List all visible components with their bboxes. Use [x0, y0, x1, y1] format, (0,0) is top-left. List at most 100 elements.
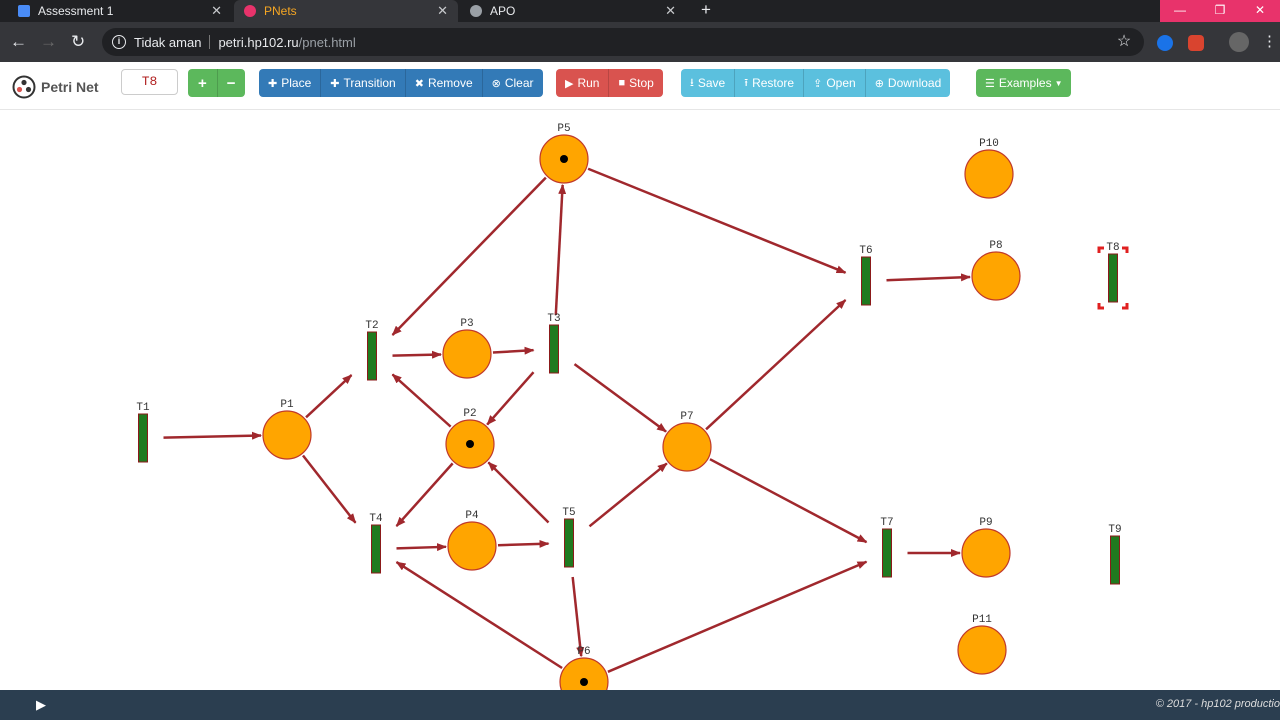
- download-button[interactable]: ⊕ Download: [865, 69, 951, 97]
- new-tab-button[interactable]: +: [696, 0, 716, 22]
- arc-p1-t4[interactable]: [302, 454, 357, 524]
- place-p6[interactable]: P6: [559, 646, 609, 690]
- close-icon[interactable]: ✕: [211, 3, 222, 19]
- close-icon[interactable]: ✕: [437, 3, 448, 19]
- forward-arrow-icon[interactable]: →: [40, 32, 57, 52]
- tab-apo[interactable]: APO ✕: [460, 0, 686, 22]
- profile-avatar[interactable]: [1229, 32, 1249, 52]
- arc-p1-t2[interactable]: [305, 374, 353, 419]
- arc-t3-p2[interactable]: [486, 371, 535, 426]
- arc-t5-p2[interactable]: [487, 461, 550, 524]
- place-p10[interactable]: P10: [964, 138, 1014, 199]
- place-circle[interactable]: [442, 329, 492, 379]
- menu-dots-icon[interactable]: ⋮: [1262, 32, 1277, 52]
- tab-pnets[interactable]: PNets ✕: [234, 0, 458, 22]
- arc-p5-t2[interactable]: [391, 176, 547, 336]
- stop-button[interactable]: ■ Stop: [609, 69, 663, 97]
- open-button[interactable]: ⇪ Open: [804, 69, 866, 97]
- transition-bar[interactable]: [138, 413, 148, 463]
- transition-bar[interactable]: [564, 518, 574, 568]
- restore-button[interactable]: ⭱ Restore: [735, 69, 805, 97]
- petri-net-canvas[interactable]: P1 P2 P3 P4 P5 P6 P7 P8 P9 P10 P11 T1 T2 T3 T4 T5 T6 T7 T8…: [0, 110, 1280, 690]
- place-circle[interactable]: [957, 625, 1007, 675]
- token[interactable]: [580, 678, 588, 686]
- place-p1[interactable]: P1: [262, 399, 312, 460]
- remove-button[interactable]: ✖ Remove: [405, 69, 483, 97]
- place-p2[interactable]: P2: [445, 408, 495, 469]
- arc-t4-p4[interactable]: [396, 543, 448, 552]
- net-diagram[interactable]: P1 P2 P3 P4 P5 P6 P7 P8 P9 P10 P11 T1 T2 T3 T4 T5 T6 T7 T8…: [0, 110, 1280, 690]
- examples-dropdown[interactable]: ☰ Examples ▼: [976, 69, 1072, 97]
- place-circle[interactable]: [964, 149, 1014, 199]
- url-field[interactable]: i Tidak aman petri.hp102.ru /pnet.html ☆: [102, 28, 1144, 56]
- bookmark-star-icon[interactable]: ☆: [1104, 31, 1144, 51]
- place-circle[interactable]: [961, 528, 1011, 578]
- place-p8[interactable]: P8: [971, 240, 1021, 301]
- transition-bar[interactable]: [1108, 253, 1118, 303]
- play-icon[interactable]: ▶: [36, 697, 46, 713]
- info-icon[interactable]: i: [112, 35, 126, 49]
- transition-t6[interactable]: T6: [859, 245, 873, 306]
- minimize-button[interactable]: —: [1160, 0, 1200, 22]
- extension-icon[interactable]: [1188, 35, 1204, 51]
- place-p5[interactable]: P5: [539, 123, 589, 184]
- close-icon[interactable]: ✕: [665, 3, 676, 19]
- run-button[interactable]: ▶ Run: [556, 69, 610, 97]
- restore-button[interactable]: ❐: [1200, 0, 1240, 22]
- arc-p2-t4[interactable]: [395, 462, 454, 527]
- arc-t3-p5[interactable]: [554, 183, 567, 316]
- transition-t1[interactable]: T1: [136, 402, 150, 463]
- token[interactable]: [560, 155, 568, 163]
- remove-token-button[interactable]: −: [217, 69, 245, 97]
- place-label: P10: [979, 138, 999, 150]
- back-arrow-icon[interactable]: ←: [10, 32, 27, 52]
- arc-t2-p3[interactable]: [392, 350, 443, 359]
- transition-t8[interactable]: T8: [1097, 242, 1129, 310]
- transition-bar[interactable]: [371, 524, 381, 574]
- arc-t1-p1[interactable]: [163, 431, 263, 440]
- transition-bar[interactable]: [861, 256, 871, 306]
- add-token-button[interactable]: +: [188, 69, 218, 97]
- arc-p2-t2[interactable]: [391, 373, 452, 428]
- place-p4[interactable]: P4: [447, 510, 497, 571]
- transition-t5[interactable]: T5: [562, 507, 576, 568]
- transition-t9[interactable]: T9: [1108, 524, 1122, 585]
- clear-button[interactable]: ⊗ Clear: [482, 69, 543, 97]
- add-place-button[interactable]: ✚ Place: [259, 69, 322, 97]
- arc-p7-t7[interactable]: [709, 458, 868, 544]
- arc-p6-t4[interactable]: [395, 561, 563, 670]
- add-transition-button[interactable]: ✚ Transition: [321, 69, 406, 97]
- tab-assessment[interactable]: Assessment 1 ✕: [0, 0, 232, 22]
- transition-t2[interactable]: T2: [365, 320, 379, 381]
- transition-bar[interactable]: [367, 331, 377, 381]
- transition-bar[interactable]: [549, 324, 559, 374]
- extension-icon[interactable]: [1157, 35, 1173, 51]
- transition-bar[interactable]: [882, 528, 892, 578]
- arc-t3-p7[interactable]: [573, 363, 667, 433]
- place-p11[interactable]: P11: [957, 614, 1007, 675]
- place-p9[interactable]: P9: [961, 517, 1011, 578]
- arc-t6-p8[interactable]: [886, 273, 972, 282]
- place-circle[interactable]: [262, 410, 312, 460]
- arc-t5-p6[interactable]: [571, 576, 585, 658]
- transition-t4[interactable]: T4: [369, 513, 383, 574]
- arc-p7-t6[interactable]: [705, 299, 847, 431]
- place-circle[interactable]: [447, 521, 497, 571]
- place-circle[interactable]: [971, 251, 1021, 301]
- reload-icon[interactable]: ↻: [71, 32, 85, 52]
- selected-node-field[interactable]: T8: [121, 69, 178, 95]
- arc-p5-t6[interactable]: [587, 167, 847, 274]
- close-window-button[interactable]: ✕: [1240, 0, 1280, 22]
- place-p3[interactable]: P3: [442, 318, 492, 379]
- arc-p6-t7[interactable]: [607, 560, 868, 673]
- transition-t7[interactable]: T7: [880, 517, 894, 578]
- arc-t5-p7[interactable]: [588, 462, 668, 528]
- token[interactable]: [466, 440, 474, 448]
- place-p7[interactable]: P7: [662, 411, 712, 472]
- place-circle[interactable]: [662, 422, 712, 472]
- arc-p3-t3[interactable]: [492, 346, 535, 355]
- transition-t3[interactable]: T3: [547, 313, 561, 374]
- transition-bar[interactable]: [1110, 535, 1120, 585]
- save-button[interactable]: ⭳ Save: [681, 69, 736, 97]
- arc-p4-t5[interactable]: [497, 539, 550, 548]
